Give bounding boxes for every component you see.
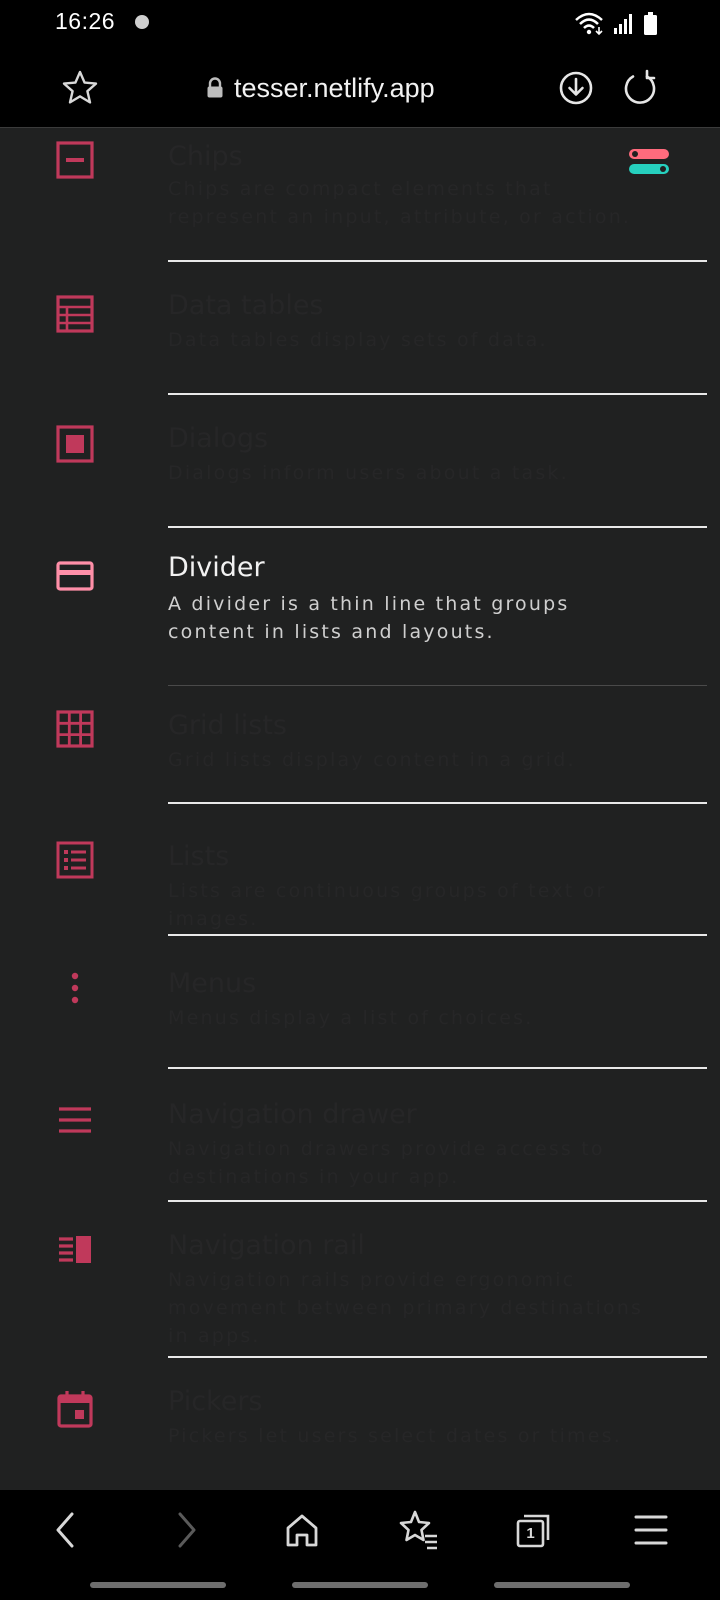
list-item-desc: A divider is a thin line that groups con… bbox=[168, 593, 570, 643]
list-item-desc: Chips are compact elements that represen… bbox=[168, 178, 632, 228]
status-time: 16:26 bbox=[55, 8, 116, 34]
list-item-divider[interactable]: Divider A divider is a thin line that gr… bbox=[0, 528, 720, 686]
url-text[interactable]: tesser.netlify.app bbox=[234, 73, 435, 104]
list-item-desc: Dialogs inform users about a task. bbox=[168, 462, 569, 484]
dialog-icon bbox=[56, 425, 94, 463]
notification-dot-icon bbox=[135, 15, 149, 29]
list-item-dialogs[interactable]: Dialogs Dialogs inform users about a tas… bbox=[0, 395, 720, 528]
list-item-chips[interactable]: Chips Chips are compact elements that re… bbox=[0, 129, 720, 262]
list-item-desc: Navigation drawers provide access to des… bbox=[168, 1138, 605, 1188]
list-item-pickers[interactable]: Pickers Pickers let users select dates o… bbox=[0, 1358, 720, 1490]
data-table-icon bbox=[56, 295, 94, 333]
list-item-desc: Pickers let users select dates or times. bbox=[168, 1425, 622, 1447]
bookmarks-icon[interactable] bbox=[397, 1508, 441, 1552]
list-item-desc: Data tables display sets of data. bbox=[168, 329, 548, 351]
menu-dots-icon bbox=[71, 972, 79, 1004]
browser-toolbar: tesser.netlify.app bbox=[0, 46, 720, 128]
list-item-title: Chips bbox=[168, 141, 243, 172]
list-item-title: Pickers bbox=[168, 1386, 263, 1417]
back-icon[interactable] bbox=[44, 1508, 88, 1552]
battery-icon bbox=[644, 12, 657, 35]
list-item-title: Grid lists bbox=[168, 710, 287, 741]
list-item-menus[interactable]: Menus Menus display a list of choices. bbox=[0, 936, 720, 1069]
download-icon[interactable] bbox=[556, 68, 596, 108]
grid-list-icon bbox=[56, 710, 94, 748]
navigation-drawer-icon bbox=[59, 1107, 91, 1133]
gesture-bar-right bbox=[494, 1582, 630, 1588]
wifi-icon bbox=[575, 12, 603, 36]
list-item-desc: Grid lists display content in a grid. bbox=[168, 749, 576, 771]
list-item-desc: Lists are continuous groups of text or i… bbox=[168, 880, 607, 930]
list-item-desc: Menus display a list of choices. bbox=[168, 1007, 534, 1029]
list-item-title: Navigation rail bbox=[168, 1230, 365, 1261]
gesture-bar-left bbox=[90, 1582, 226, 1588]
list-item-title: Divider bbox=[168, 552, 265, 583]
list-item-title: Dialogs bbox=[168, 423, 269, 454]
menu-icon[interactable] bbox=[630, 1508, 674, 1552]
list-item-grid-lists[interactable]: Grid lists Grid lists display content in… bbox=[0, 686, 720, 819]
status-icons bbox=[575, 12, 657, 36]
home-icon[interactable] bbox=[280, 1508, 324, 1552]
chip-icon bbox=[56, 141, 94, 179]
lock-icon bbox=[207, 77, 223, 98]
navigation-rail-icon bbox=[59, 1236, 91, 1263]
address-bar[interactable]: tesser.netlify.app bbox=[206, 70, 435, 106]
components-list: Chips Chips are compact elements that re… bbox=[0, 129, 720, 1490]
theme-toggle-icon[interactable] bbox=[628, 147, 670, 177]
list-item-title: Lists bbox=[168, 841, 230, 872]
list-item-title: Menus bbox=[168, 968, 257, 999]
list-item-navigation-rail[interactable]: Navigation rail Navigation rails provide… bbox=[0, 1202, 720, 1358]
list-item-data-tables[interactable]: Data tables Data tables display sets of … bbox=[0, 262, 720, 395]
browser-bottom-nav: 1 bbox=[0, 1490, 720, 1600]
tabs-button[interactable]: 1 bbox=[512, 1508, 556, 1552]
list-item-desc: Navigation rails provide ergonomic movem… bbox=[168, 1269, 644, 1347]
list-item-title: Navigation drawer bbox=[168, 1099, 417, 1130]
list-item-lists[interactable]: Lists Lists are continuous groups of tex… bbox=[0, 803, 720, 936]
list-icon bbox=[56, 841, 94, 879]
status-bar: 16:26 bbox=[0, 0, 720, 46]
list-item-navigation-drawer[interactable]: Navigation drawer Navigation drawers pro… bbox=[0, 1069, 720, 1202]
tab-count: 1 bbox=[526, 1525, 535, 1542]
forward-icon[interactable] bbox=[164, 1508, 208, 1552]
signal-icon bbox=[614, 14, 632, 34]
calendar-icon bbox=[57, 1391, 93, 1428]
list-item-title: Data tables bbox=[168, 290, 324, 321]
refresh-icon[interactable] bbox=[620, 68, 660, 108]
divider-icon bbox=[56, 561, 94, 591]
gesture-bar-center bbox=[292, 1582, 428, 1588]
star-outline-icon[interactable] bbox=[60, 68, 100, 108]
